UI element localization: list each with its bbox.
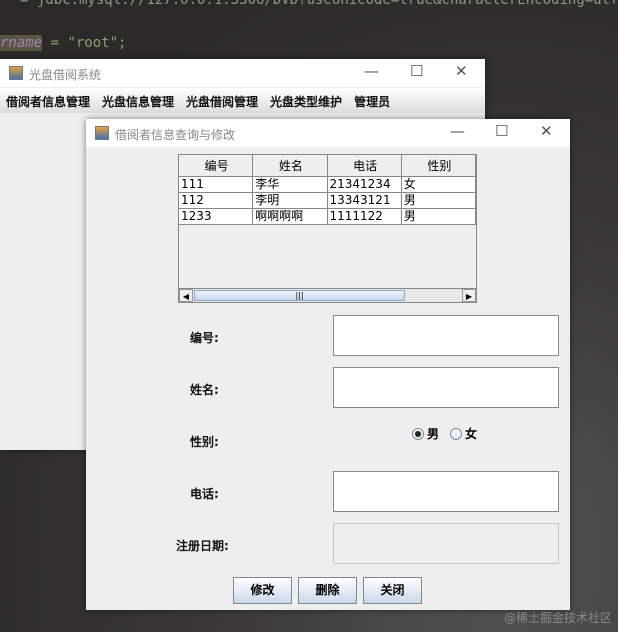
menu-bar: 借阅者信息管理 光盘信息管理 光盘借阅管理 光盘类型维护 管理员 <box>0 88 485 113</box>
dialog-title-bar: 借阅者信息查询与修改 — ☐ ✕ <box>86 119 570 147</box>
column-header[interactable]: 姓名 <box>253 155 328 176</box>
table-cell: 男 <box>402 209 476 224</box>
table-row[interactable]: 111 李华 21341234 女 <box>179 177 476 193</box>
table-row[interactable]: 112 李明 13343121 男 <box>179 193 476 209</box>
code-line: rname = "root"; <box>0 35 126 51</box>
close-dialog-button[interactable]: 关闭 <box>363 577 422 604</box>
radio-unselected-icon <box>450 427 462 440</box>
maximize-button[interactable]: ☐ <box>410 62 423 80</box>
table-cell: 李明 <box>253 193 328 208</box>
table-cell: 1233 <box>179 209 254 224</box>
menu-disc-borrow[interactable]: 光盘借阅管理 <box>186 93 258 109</box>
reg-date-input <box>333 523 559 564</box>
menu-disc-type[interactable]: 光盘类型维护 <box>270 93 342 109</box>
close-button[interactable]: ✕ <box>540 122 553 140</box>
table-cell: 李华 <box>253 177 328 192</box>
delete-button[interactable]: 删除 <box>298 577 357 604</box>
phone-input[interactable] <box>333 471 559 512</box>
borrower-dialog: 借阅者信息查询与修改 — ☐ ✕ 编号 姓名 电话 性别 111 李华 2134… <box>86 119 570 610</box>
table-cell: 男 <box>402 193 476 208</box>
table-cell: 111 <box>179 177 254 192</box>
java-app-icon <box>95 126 109 140</box>
modify-button[interactable]: 修改 <box>233 577 292 604</box>
table-cell: 21341234 <box>328 177 402 192</box>
phone-label: 电话: <box>190 487 219 501</box>
borrower-table: 编号 姓名 电话 性别 111 李华 21341234 女 112 李明 133… <box>178 154 477 303</box>
code-line: = jdbc:mysql://127.0.0.1:3306/DVD?useUni… <box>20 0 618 8</box>
column-header[interactable]: 性别 <box>402 155 476 176</box>
id-label: 编号: <box>190 331 219 345</box>
dialog-title: 借阅者信息查询与修改 <box>115 128 236 142</box>
male-label: 男 <box>427 427 440 441</box>
java-app-icon <box>9 66 23 80</box>
female-label: 女 <box>465 427 478 441</box>
reg-date-label: 注册日期: <box>176 539 229 553</box>
table-cell: 女 <box>402 177 476 192</box>
female-radio[interactable]: 女 <box>450 425 477 442</box>
name-input[interactable] <box>333 367 559 408</box>
maximize-button[interactable]: ☐ <box>495 122 508 140</box>
column-header[interactable]: 电话 <box>328 155 402 176</box>
table-cell: 1111122 <box>328 209 402 224</box>
column-header[interactable]: 编号 <box>179 155 254 176</box>
close-button[interactable]: ✕ <box>455 62 468 80</box>
table-cell: 13343121 <box>328 193 402 208</box>
code-text: = "root"; <box>42 35 127 51</box>
watermark: @稀土掘金技术社区 <box>503 611 612 625</box>
menu-admin[interactable]: 管理员 <box>354 93 390 109</box>
minimize-button[interactable]: — <box>364 62 379 80</box>
table-header: 编号 姓名 电话 性别 <box>179 155 476 177</box>
table-cell: 啊啊啊啊 <box>253 209 328 224</box>
code-variable: rname <box>0 35 43 51</box>
table-row[interactable]: 1233 啊啊啊啊 1111122 男 <box>179 209 476 225</box>
horizontal-scrollbar[interactable]: ◀ ||| ▶ <box>179 288 476 302</box>
male-radio[interactable]: 男 <box>412 425 439 442</box>
menu-disc-info[interactable]: 光盘信息管理 <box>102 93 174 109</box>
scrollbar-thumb[interactable]: ||| <box>194 290 405 301</box>
gender-label: 性别: <box>190 435 219 449</box>
radio-selected-icon <box>412 427 424 440</box>
minimize-button[interactable]: — <box>450 122 465 140</box>
id-input[interactable] <box>333 315 559 356</box>
menu-borrower-info[interactable]: 借阅者信息管理 <box>6 93 90 109</box>
window-title: 光盘借阅系统 <box>29 68 102 82</box>
scroll-left-icon[interactable]: ◀ <box>179 289 193 302</box>
name-label: 姓名: <box>190 383 219 397</box>
table-cell: 112 <box>179 193 254 208</box>
title-bar: 光盘借阅系统 — ☐ ✕ <box>0 59 485 87</box>
scroll-right-icon[interactable]: ▶ <box>462 289 476 302</box>
